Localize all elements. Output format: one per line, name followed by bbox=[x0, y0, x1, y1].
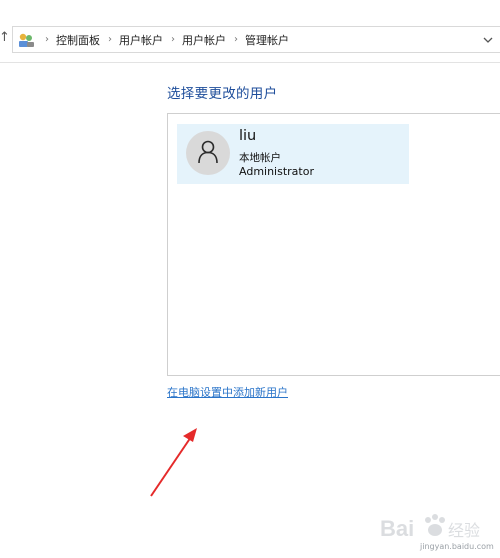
user-icon bbox=[198, 140, 218, 164]
avatar bbox=[186, 131, 230, 175]
svg-text:经验: 经验 bbox=[448, 521, 480, 540]
add-user-link[interactable]: 在电脑设置中添加新用户 bbox=[167, 384, 288, 400]
breadcrumb-separator: › bbox=[171, 34, 175, 45]
chevron-down-icon[interactable] bbox=[482, 34, 494, 46]
control-panel-icon bbox=[19, 33, 34, 47]
user-tile[interactable]: liu 本地帐户 Administrator bbox=[177, 124, 409, 184]
breadcrumb-item-user-accounts-2[interactable]: 用户帐户 bbox=[182, 32, 226, 48]
svg-text:Bai: Bai bbox=[380, 516, 414, 541]
user-account-type: 本地帐户 bbox=[239, 152, 281, 164]
page-title: 选择要更改的用户 bbox=[167, 86, 278, 102]
user-role: Administrator bbox=[239, 165, 314, 178]
user-list: liu 本地帐户 Administrator bbox=[167, 113, 500, 376]
up-arrow-icon[interactable]: ↑ bbox=[0, 30, 10, 46]
breadcrumb-item-user-accounts[interactable]: 用户帐户 bbox=[119, 32, 163, 48]
address-bar[interactable]: › 控制面板 › 用户帐户 › 用户帐户 › 管理帐户 bbox=[12, 26, 500, 53]
red-arrow-icon bbox=[150, 428, 197, 497]
breadcrumb-item-control-panel[interactable]: 控制面板 bbox=[56, 32, 100, 48]
breadcrumb-item-manage-accounts[interactable]: 管理帐户 bbox=[245, 32, 289, 48]
watermark-url: jingyan.baidu.com bbox=[420, 542, 494, 551]
user-name: liu bbox=[239, 128, 257, 144]
breadcrumb: › 控制面板 › 用户帐户 › 用户帐户 › 管理帐户 bbox=[37, 27, 289, 52]
navigation-bar: ↑ › 控制面板 › 用户帐户 › 用户帐户 › 管理帐户 bbox=[0, 0, 500, 63]
breadcrumb-separator: › bbox=[234, 34, 238, 45]
breadcrumb-separator: › bbox=[108, 34, 112, 45]
breadcrumb-separator: › bbox=[45, 34, 49, 45]
